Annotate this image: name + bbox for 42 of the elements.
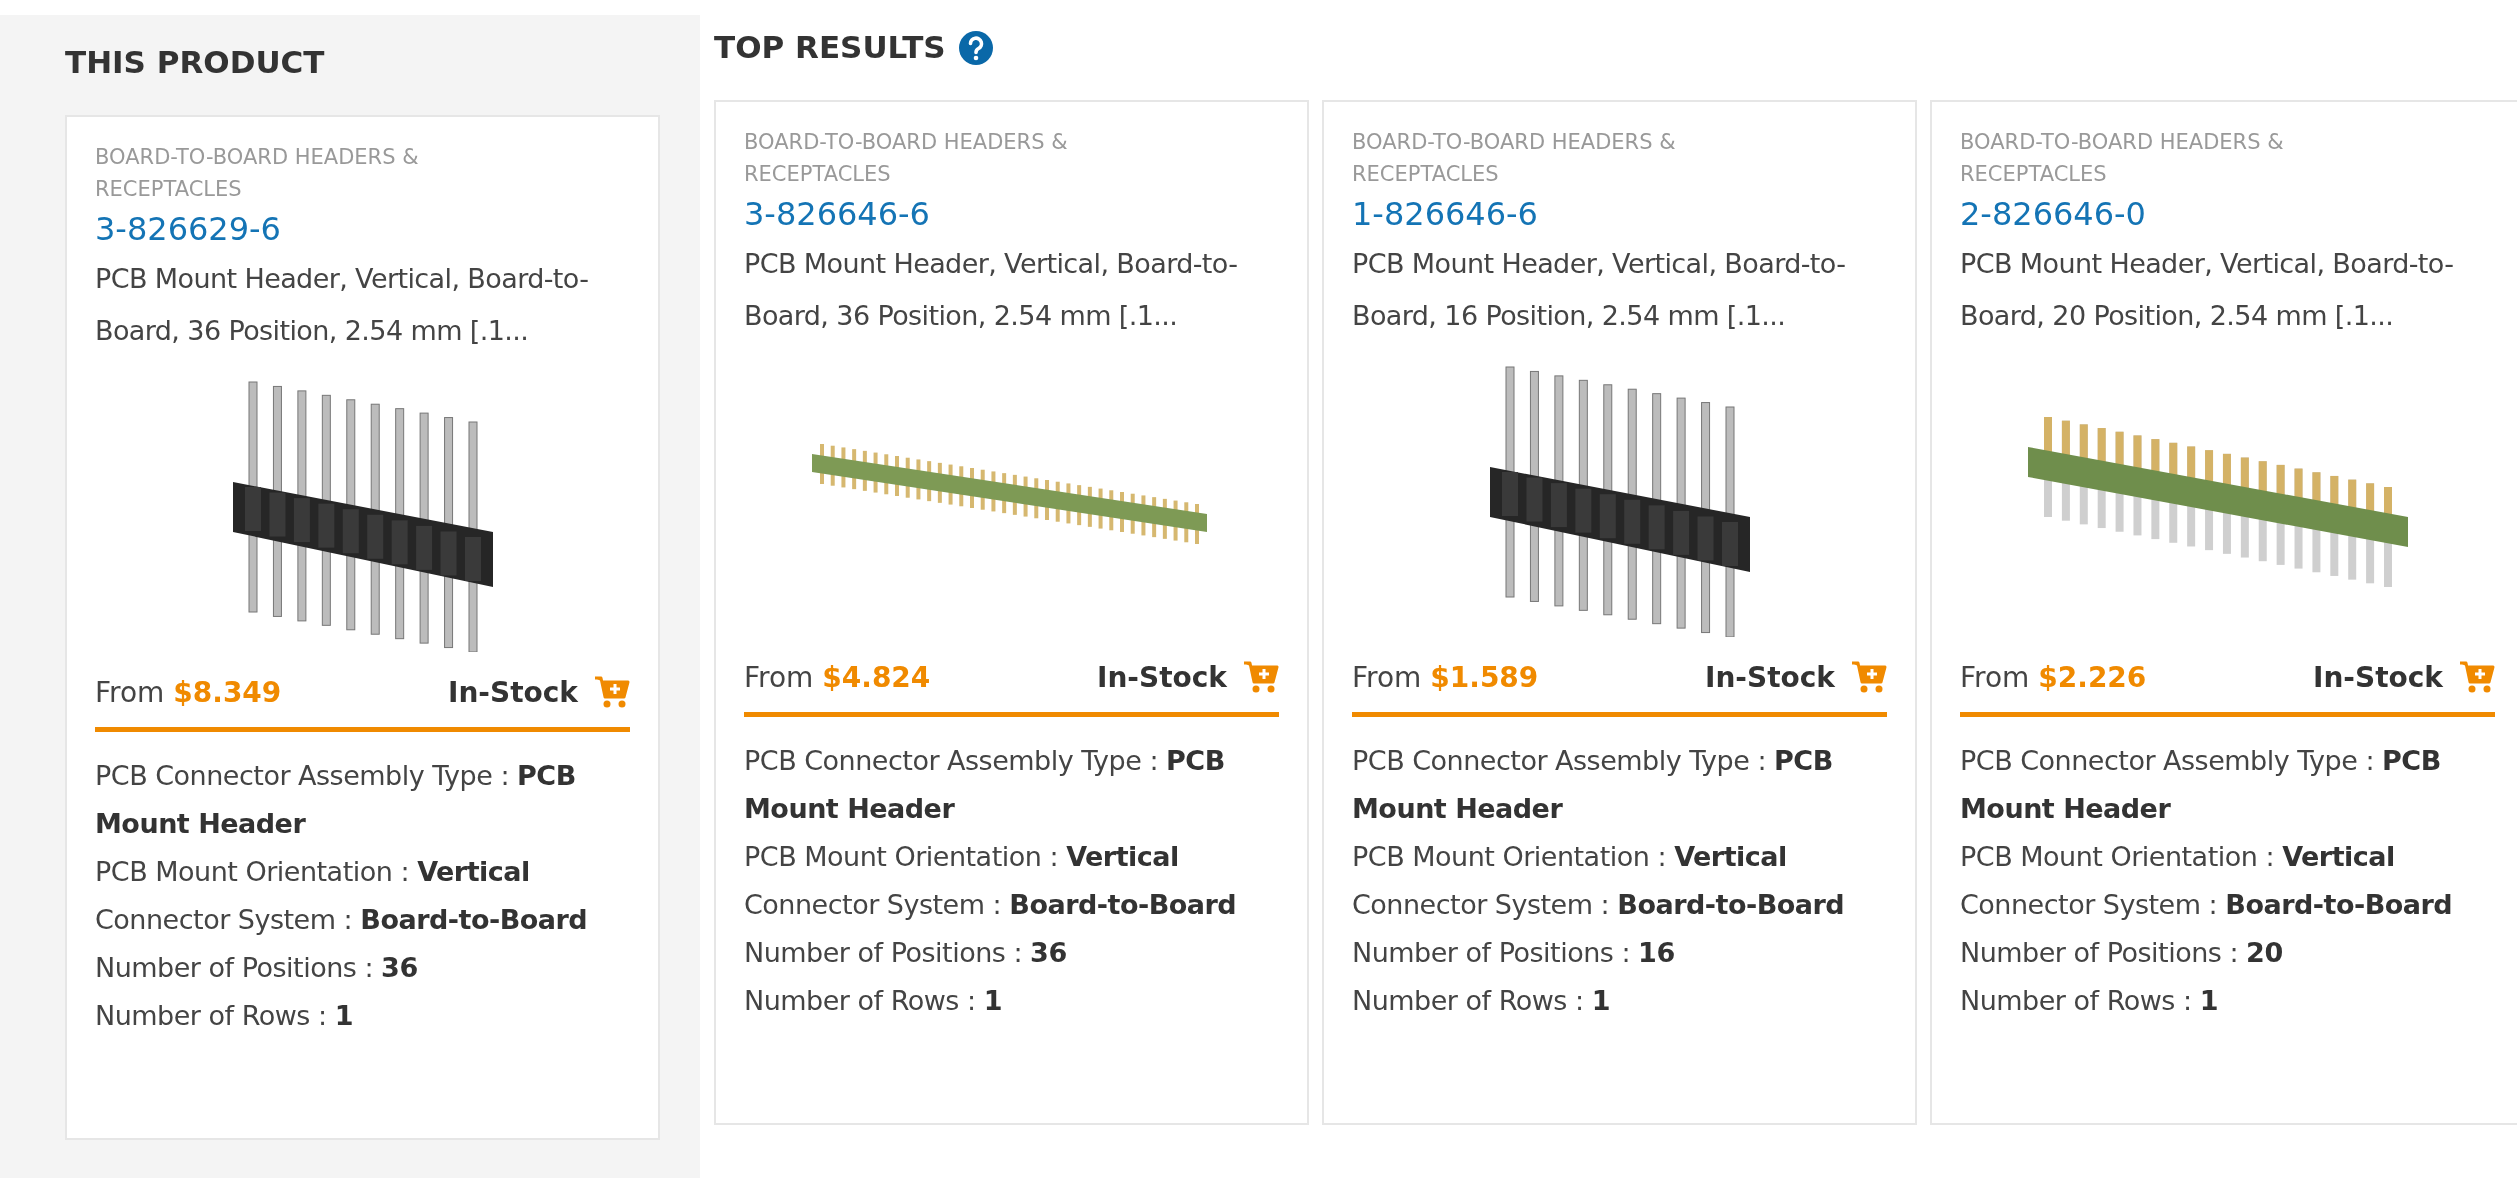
spec-line: PCB Connector Assembly Type : PCB Mount Header [1352, 744, 1834, 826]
spec-line: Number of Rows : 1 [1352, 984, 1611, 1018]
section-heading: TOP RESULTS [714, 28, 946, 67]
price-text: From $1.589 [1352, 660, 1539, 694]
spec-line: PCB Connector Assembly Type : PCB Mount Header [744, 744, 1226, 826]
part-number-link[interactable]: 2-826646-0 [1960, 190, 2146, 238]
price-text: From $2.226 [1960, 660, 2147, 694]
spec-line: Connector System : Board-to-Board [1352, 888, 1846, 922]
stock-status: In-Stock [1097, 660, 1227, 694]
product-description: PCB Mount Header, Vertical, Board-to-Board, 16 Position, 2.54 mm [.1... [1352, 247, 1847, 333]
part-number-link[interactable]: 3-826629-6 [95, 205, 281, 253]
product-description: PCB Mount Header, Vertical, Board-to-Board, 20 Position, 2.54 mm [.1... [1960, 247, 2455, 333]
spec-line: Number of Positions : 20 [1960, 936, 2284, 970]
spec-line: Number of Positions : 36 [744, 936, 1068, 970]
spec-line: Connector System : Board-to-Board [95, 903, 589, 937]
spec-line: PCB Mount Orientation : Vertical [95, 855, 531, 889]
product-description: PCB Mount Header, Vertical, Board-to-Board, 36 Position, 2.54 mm [.1... [95, 262, 590, 348]
spec-line: Number of Rows : 1 [744, 984, 1003, 1018]
stock-status: In-Stock [448, 675, 578, 709]
section-heading: THIS PRODUCT [65, 43, 326, 82]
spec-line: Connector System : Board-to-Board [1960, 888, 2454, 922]
category-label: BOARD-TO-BOARD HEADERS & RECEPTACLES [744, 129, 1069, 188]
spec-line: Number of Rows : 1 [1960, 984, 2219, 1018]
spec-line: PCB Connector Assembly Type : PCB Mount Header [95, 759, 577, 841]
stock-status: In-Stock [1705, 660, 1835, 694]
spec-line: PCB Mount Orientation : Vertical [744, 840, 1180, 874]
product-description: PCB Mount Header, Vertical, Board-to-Board, 36 Position, 2.54 mm [.1... [744, 247, 1239, 333]
spec-line: Number of Positions : 16 [1352, 936, 1676, 970]
category-label: BOARD-TO-BOARD HEADERS & RECEPTACLES [1352, 129, 1677, 188]
price-text: From $4.824 [744, 660, 931, 694]
spec-line: PCB Mount Orientation : Vertical [1352, 840, 1788, 874]
part-number-link[interactable]: 1-826646-6 [1352, 190, 1538, 238]
spec-line: PCB Mount Orientation : Vertical [1960, 840, 2396, 874]
spec-line: Connector System : Board-to-Board [744, 888, 1238, 922]
spec-line: Number of Rows : 1 [95, 999, 354, 1033]
category-label: BOARD-TO-BOARD HEADERS & RECEPTACLES [95, 144, 420, 203]
stock-status: In-Stock [2313, 660, 2443, 694]
category-label: BOARD-TO-BOARD HEADERS & RECEPTACLES [1960, 129, 2285, 188]
part-number-link[interactable]: 3-826646-6 [744, 190, 930, 238]
spec-line: PCB Connector Assembly Type : PCB Mount Header [1960, 744, 2442, 826]
spec-line: Number of Positions : 36 [95, 951, 419, 985]
price-text: From $8.349 [95, 675, 282, 709]
